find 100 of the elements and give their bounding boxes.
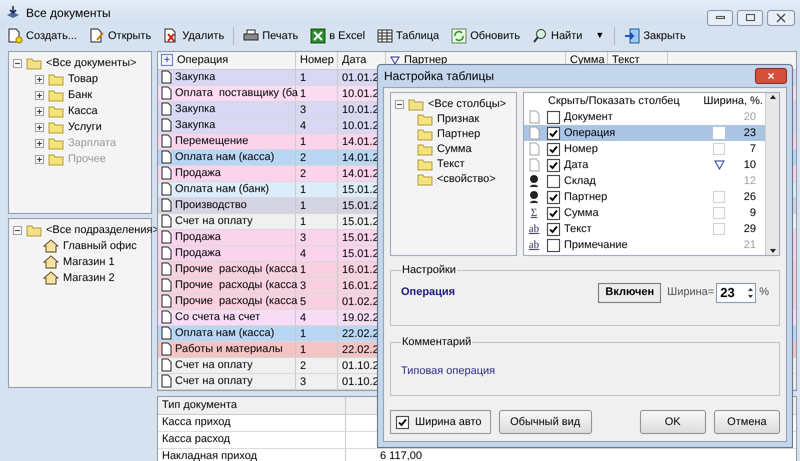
table-cell-text: 01.10.2 [341, 358, 380, 372]
table-cell-text: 01.02.2 [341, 294, 380, 308]
tree-item[interactable]: Магазин 1 [63, 254, 115, 270]
column-header: Ширина, %. [703, 94, 764, 109]
list-row[interactable]: Операция 23 [524, 125, 765, 141]
toolbar-button[interactable]: Удалить [160, 26, 228, 46]
column-name: Сумма [564, 206, 599, 221]
checkbox[interactable] [547, 110, 560, 124]
tree-item[interactable]: Главный офис [63, 238, 137, 254]
tree-item[interactable]: Сумма [437, 141, 472, 158]
auto-width-checkbox[interactable]: Ширина авто [390, 410, 491, 434]
toolbar-button[interactable]: Обновить [448, 26, 523, 46]
document-icon [161, 102, 172, 116]
dialog-button[interactable]: Отмена [714, 410, 780, 434]
dialog-button[interactable]: Обычный вид [498, 410, 592, 434]
tree-item[interactable]: Касса [68, 102, 98, 120]
table-cell: 1 [296, 262, 338, 276]
folder-icon [26, 224, 42, 237]
table-cell: 1 [296, 326, 338, 340]
tree-item[interactable]: Магазин 2 [63, 270, 115, 286]
tree-item[interactable]: Услуги [68, 118, 102, 136]
dropdown-button[interactable]: ▼ [591, 29, 608, 43]
tree-item[interactable]: Банк [68, 86, 92, 104]
table-cell: 1 [296, 134, 338, 148]
tree-item[interactable]: <Все подразделения> [46, 222, 159, 239]
column-header[interactable]: Операция [177, 52, 228, 68]
toolbar-button[interactable]: Создать... [4, 26, 80, 46]
document-icon [528, 142, 540, 156]
tree-item[interactable]: <Все документы> [46, 55, 136, 72]
document-icon [161, 342, 172, 356]
document-icon [161, 294, 172, 308]
toolbar-button[interactable]: Закрыть [621, 26, 689, 46]
width-value: 26 [742, 190, 757, 205]
checkbox[interactable] [547, 190, 560, 204]
checkbox[interactable] [547, 206, 560, 220]
checkbox[interactable] [396, 416, 409, 428]
collapse-icon[interactable] [13, 226, 22, 235]
dialog-title: Настройка таблицы [383, 68, 494, 85]
table-cell-text: 22.02.2 [341, 326, 380, 340]
expand-icon[interactable] [35, 122, 44, 132]
table-cell-text: Продажа [175, 230, 221, 245]
checkbox[interactable] [547, 126, 560, 140]
document-pencil-icon [88, 28, 105, 44]
document-icon [161, 230, 172, 244]
field-type-icon: ab [528, 224, 540, 234]
filter-icon[interactable] [714, 160, 724, 170]
document-icon [161, 86, 172, 100]
spin-arrows-icon[interactable] [746, 286, 756, 300]
filter-icon[interactable] [390, 56, 400, 64]
column-header[interactable]: Номер [300, 52, 334, 68]
width-value: 10 [742, 158, 757, 173]
column-header[interactable]: Текст [612, 52, 640, 68]
toggle-button[interactable]: Включен [598, 282, 662, 302]
tree-item[interactable]: Признак [437, 111, 480, 128]
maximize-button[interactable] [737, 10, 763, 26]
checkbox[interactable] [547, 222, 560, 236]
add-column-button[interactable]: + [161, 54, 173, 66]
tree-item[interactable]: Текст [437, 156, 465, 173]
column-header[interactable]: Сумма [570, 52, 605, 68]
document-icon [161, 326, 172, 340]
table-cell-text: Продажа [175, 166, 221, 181]
width-spinner[interactable]: 23 [716, 282, 756, 302]
column-name: Документ [564, 110, 613, 125]
table-cell: 4 [296, 310, 338, 324]
unit-label: % [759, 285, 769, 300]
table-cell-text: Прочие расходы (касса [175, 294, 298, 309]
expand-icon[interactable] [35, 90, 44, 100]
collapse-icon[interactable] [395, 100, 404, 109]
minimize-button[interactable] [707, 10, 733, 26]
close-icon[interactable] [767, 10, 795, 26]
toolbar-button[interactable]: Найти [529, 26, 586, 46]
expand-icon[interactable] [35, 74, 44, 84]
collapse-icon[interactable] [13, 59, 22, 68]
table-cell: 1 [296, 70, 338, 84]
checkbox[interactable] [547, 238, 560, 252]
table-cell-text: Перемещение [175, 134, 248, 149]
expand-icon[interactable] [35, 106, 44, 116]
table-cell: 3 [296, 278, 338, 292]
close-button[interactable]: × [755, 68, 787, 84]
tree-item[interactable]: Товар [68, 70, 98, 88]
tree-item[interactable]: <Все столбцы> [428, 96, 506, 113]
checkbox[interactable] [547, 174, 560, 188]
table-cell-text: Оплата нам (банк) [175, 182, 270, 197]
checkbox[interactable] [547, 158, 560, 172]
column-header[interactable]: Партнер [404, 52, 448, 68]
house-icon [43, 255, 59, 269]
dialog-button[interactable]: OK [640, 410, 706, 434]
toolbar-button[interactable]: в Excel [307, 26, 368, 46]
tree-item[interactable]: <свойство> [437, 171, 496, 188]
column-name: Операция [401, 285, 456, 300]
toolbar-button[interactable]: Таблица [374, 26, 442, 46]
toolbar-button[interactable]: Открыть [86, 26, 154, 46]
column-name: Партнер [564, 190, 608, 205]
table-cell-text: 01.10.2 [341, 374, 380, 388]
tree-item[interactable]: Партнер [437, 126, 480, 143]
toolbar-button[interactable]: Печать [240, 26, 302, 46]
checkbox[interactable] [547, 142, 560, 156]
column-header[interactable]: Дата [342, 52, 366, 68]
scrollbar[interactable] [765, 93, 779, 255]
table-cell-text: Производство [175, 198, 247, 213]
